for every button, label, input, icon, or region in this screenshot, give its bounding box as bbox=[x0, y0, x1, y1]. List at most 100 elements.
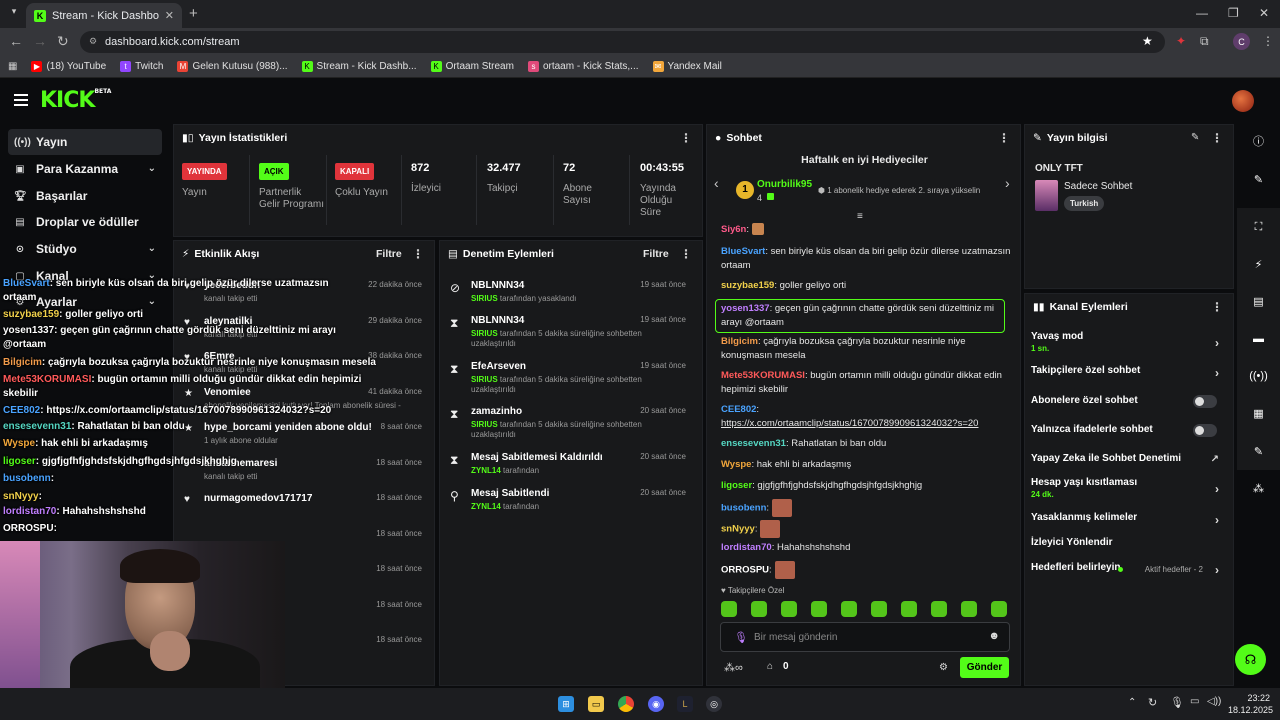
chevron-right-icon[interactable]: › bbox=[1215, 563, 1219, 577]
close-window-icon[interactable]: ✕ bbox=[1259, 6, 1269, 20]
moderation-item[interactable]: ⧗ zamazinho SIRIUS tarafından 5 dakika sür… bbox=[440, 400, 696, 444]
prev-gifter-icon[interactable]: ‹ bbox=[714, 175, 719, 191]
moderator-name[interactable]: SIRIUS bbox=[471, 294, 498, 303]
moderation-item[interactable]: ⧗ NBLNNN34 SIRIUS tarafından 5 dakika süre… bbox=[440, 309, 696, 353]
sidebar-item-yayin[interactable]: ((•)) Yayın bbox=[8, 129, 162, 155]
chat-message[interactable]: CEE802: bbox=[721, 403, 1011, 417]
category-name[interactable]: Sadece Sohbet bbox=[1064, 181, 1132, 192]
new-tab-icon[interactable]: + bbox=[189, 5, 198, 22]
network-icon[interactable]: ▭ bbox=[1190, 696, 1199, 707]
chat-bubble-icon[interactable]: ▬ bbox=[1237, 320, 1280, 358]
chat-username[interactable]: yosen1337 bbox=[721, 303, 770, 314]
chat-username[interactable]: Wyspe bbox=[721, 459, 751, 470]
taskbar-clock[interactable]: 23:22 18.12.2025 bbox=[1228, 693, 1273, 716]
bookmark-kick-stats[interactable]: s ortaam - Kick Stats,... bbox=[527, 61, 639, 72]
stream-info-menu-icon[interactable]: ⋮ bbox=[1211, 131, 1223, 145]
emote-icon[interactable] bbox=[931, 601, 947, 617]
chat-username[interactable]: busobenn bbox=[721, 503, 766, 514]
chat-message[interactable]: BlueSvart: sen biriyle küs olsan da biri… bbox=[721, 245, 1011, 273]
sidebar-item-droplar[interactable]: ▤ Droplar ve ödüller bbox=[8, 209, 162, 235]
channel-action-3[interactable]: Yalnızca ifadelerle sohbet bbox=[1031, 424, 1223, 437]
address-bar[interactable]: ⚙ dashboard.kick.com/stream bbox=[80, 31, 1165, 53]
toggle-switch[interactable] bbox=[1193, 395, 1217, 408]
chat-menu-icon[interactable]: ⋮ bbox=[998, 131, 1010, 145]
chat-username[interactable]: ligoser bbox=[721, 480, 752, 491]
external-link-icon[interactable]: ↗ bbox=[1211, 454, 1219, 465]
stats-menu-icon[interactable]: ⋮ bbox=[680, 131, 692, 145]
channel-action-4[interactable]: Yapay Zeka ile Sohbet Denetimi ↗ bbox=[1031, 453, 1223, 465]
bookmark-youtube[interactable]: ▶ (18) YouTube bbox=[31, 61, 106, 72]
broadcast-icon[interactable]: ((•)) bbox=[1237, 357, 1280, 395]
toggle-switch[interactable] bbox=[1193, 424, 1217, 437]
chat-username[interactable]: suzybae159 bbox=[721, 280, 774, 291]
chevron-right-icon[interactable]: › bbox=[1215, 336, 1219, 350]
bookmark-kick-dashboard[interactable]: K Stream - Kick Dashb... bbox=[301, 61, 417, 72]
top-gifter-name[interactable]: Onurbilik95 bbox=[757, 179, 812, 190]
forward-icon[interactable]: → bbox=[33, 33, 47, 49]
profile-avatar[interactable]: C bbox=[1233, 33, 1250, 50]
emote-icon[interactable] bbox=[781, 601, 797, 617]
document-icon[interactable]: ▤ bbox=[1237, 282, 1280, 320]
wrench-icon[interactable]: ✎ bbox=[1237, 432, 1280, 470]
chat-message[interactable]: yosen1337: geçen gün çağrının chatte gör… bbox=[715, 299, 1005, 333]
tab-search-icon[interactable]: ▾ bbox=[7, 6, 21, 20]
sync-icon[interactable]: ↻ bbox=[1148, 696, 1157, 709]
close-tab-icon[interactable]: ✕ bbox=[165, 9, 174, 22]
chat-username[interactable]: Bilgicim bbox=[721, 336, 758, 347]
chevron-right-icon[interactable]: › bbox=[1215, 482, 1219, 496]
league-client-icon[interactable]: L bbox=[677, 696, 693, 712]
chat-message[interactable]: busobenn: bbox=[721, 499, 1011, 517]
discord-icon[interactable]: ◉ bbox=[648, 696, 664, 712]
moderator-name[interactable]: SIRIUS bbox=[471, 329, 498, 338]
emote-icon[interactable] bbox=[841, 601, 857, 617]
chat-username[interactable]: ensesevenn31 bbox=[721, 438, 786, 449]
channel-actions-menu-icon[interactable]: ⋮ bbox=[1211, 300, 1223, 314]
channel-action-5[interactable]: Hesap yaşı kısıtlaması 24 dk. › bbox=[1031, 477, 1223, 499]
chat-message[interactable]: ligoser: gjgfjgfhfjghdsfskjdhgfhgdsjhfgd… bbox=[721, 479, 1011, 493]
maximize-icon[interactable]: ❐ bbox=[1228, 6, 1239, 20]
hamburger-menu-icon[interactable] bbox=[14, 94, 28, 106]
minimize-icon[interactable]: — bbox=[1196, 6, 1208, 20]
resize-icon[interactable]: ⛶ bbox=[1237, 208, 1280, 246]
chat-input[interactable]: 🎙︎ Bir mesaj gönderin ☻ bbox=[720, 622, 1010, 652]
lightning-icon[interactable]: ⚡︎ bbox=[1237, 245, 1280, 283]
moderation-item[interactable]: ⚲ Mesaj Sabitlendi ZYNL14 tarafından 20 saa… bbox=[440, 482, 696, 526]
emote-icon[interactable] bbox=[961, 601, 977, 617]
obs-icon[interactable]: ◎ bbox=[706, 696, 722, 712]
sidebar-item-para-kazanma[interactable]: ▣ Para Kazanma ⌄ bbox=[8, 156, 162, 182]
emote-icon[interactable] bbox=[751, 601, 767, 617]
microphone-icon[interactable]: 🎙︎ bbox=[734, 631, 748, 644]
users-icon[interactable]: ⁂ bbox=[1237, 469, 1280, 507]
category-thumbnail[interactable] bbox=[1035, 180, 1058, 211]
chrome-icon[interactable] bbox=[618, 696, 634, 712]
chat-message[interactable]: https://x.com/ortaamclip/status/16700789… bbox=[721, 417, 1011, 431]
store-icon[interactable]: ⌂ bbox=[767, 661, 773, 672]
infinity-points-icon[interactable]: ⁂∞ bbox=[724, 661, 743, 674]
bookmark-ortaam-stream[interactable]: K Ortaam Stream bbox=[430, 61, 514, 72]
browser-menu-icon[interactable]: ⋮ bbox=[1262, 34, 1274, 48]
back-icon[interactable]: ← bbox=[9, 33, 23, 49]
bookmark-star-icon[interactable]: ★ bbox=[1142, 34, 1153, 48]
microphone-icon[interactable]: 🎙︎ bbox=[1170, 696, 1184, 709]
emote-icon[interactable] bbox=[901, 601, 917, 617]
moderator-name[interactable]: ZYNL14 bbox=[471, 466, 501, 475]
chat-username[interactable]: lordistan70 bbox=[721, 542, 772, 553]
moderation-item[interactable]: ⧗ EfeArseven SIRIUS tarafından 5 dakika sü… bbox=[440, 355, 696, 399]
chevron-right-icon[interactable]: › bbox=[1215, 513, 1219, 527]
chat-settings-icon[interactable]: ⚙ bbox=[939, 662, 948, 673]
pencil-icon[interactable]: ✎ bbox=[1237, 160, 1280, 198]
activity-filter-button[interactable]: Filtre bbox=[376, 248, 402, 260]
emoji-icon[interactable]: ☻ bbox=[988, 630, 1000, 642]
windows-start-icon[interactable]: ⊞ bbox=[558, 696, 574, 712]
volume-icon[interactable]: ◁)) bbox=[1207, 696, 1221, 707]
channel-action-0[interactable]: Yavaş mod 1 sn. › bbox=[1031, 331, 1223, 353]
channel-action-7[interactable]: İzleyici Yönlendir bbox=[1031, 537, 1223, 548]
kick-logo[interactable]: KICKBETA bbox=[40, 88, 111, 113]
chat-message[interactable]: Wyspe: hak ehli bi arkadaşmış bbox=[721, 458, 1011, 472]
bookmark-twitch[interactable]: t Twitch bbox=[120, 61, 163, 72]
scroll-bottom-icon[interactable]: ≡ bbox=[857, 211, 863, 222]
moderator-name[interactable]: ZYNL14 bbox=[471, 502, 501, 511]
emote-icon[interactable] bbox=[721, 601, 737, 617]
emote-icon[interactable] bbox=[871, 601, 887, 617]
emote-icon[interactable] bbox=[811, 601, 827, 617]
